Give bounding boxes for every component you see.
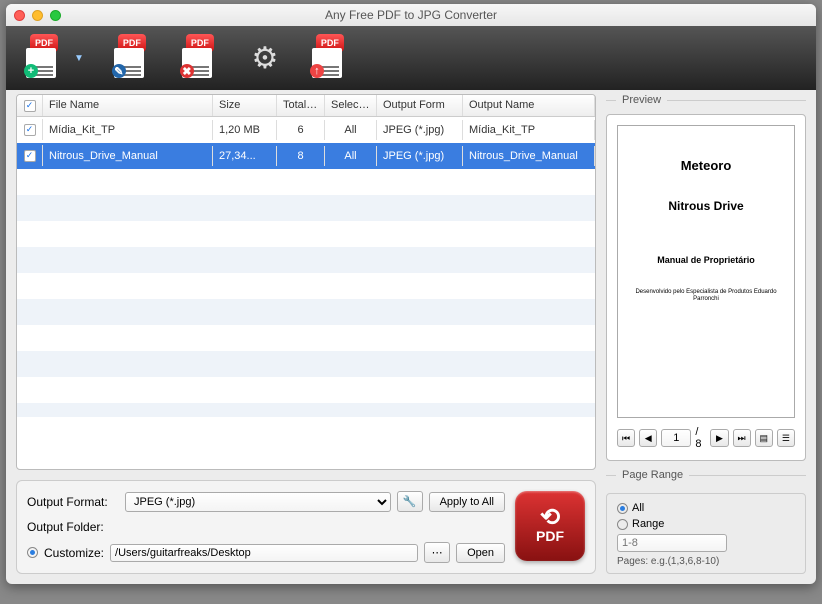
table-body: Mídia_Kit_TP1,20 MB6AllJPEG (*.jpg)Mídia… — [17, 117, 595, 417]
range-custom-label: Range — [632, 518, 664, 530]
first-page-button[interactable]: ⏮ — [617, 429, 635, 447]
output-panel: Output Format: JPEG (*.jpg) 🔧 Apply to A… — [16, 480, 596, 574]
cell-selected: All — [325, 146, 377, 166]
header-checkbox-column[interactable] — [17, 95, 43, 116]
table-row[interactable]: Nitrous_Drive_Manual27,34...8AllJPEG (*.… — [17, 143, 595, 169]
format-settings-button[interactable]: 🔧 — [397, 491, 423, 512]
convert-button[interactable]: ⟲ PDF — [515, 491, 585, 561]
convert-label: PDF — [536, 528, 564, 544]
table-row[interactable]: Mídia_Kit_TP1,20 MB6AllJPEG (*.jpg)Mídia… — [17, 117, 595, 143]
cell-format: JPEG (*.jpg) — [377, 146, 463, 166]
list-icon: ☰ — [782, 433, 790, 444]
page-range-panel: All Range Pages: e.g.(1,3,6,8-10) — [606, 493, 806, 574]
row-checkbox[interactable] — [24, 124, 36, 136]
output-folder-input[interactable] — [110, 544, 418, 562]
range-custom-radio[interactable] — [617, 519, 628, 530]
page-number-input[interactable] — [661, 429, 691, 447]
page-range-title: Page Range — [616, 469, 689, 481]
cell-outputname: Nitrous_Drive_Manual — [463, 146, 595, 166]
page-icon: ▤ — [760, 433, 769, 444]
window-title: Any Free PDF to JPG Converter — [6, 8, 816, 22]
output-format-select[interactable]: JPEG (*.jpg) — [125, 492, 391, 512]
header-checkbox[interactable] — [24, 100, 36, 112]
export-pdf-button[interactable]: PDF ↑ — [310, 38, 350, 78]
header-size[interactable]: Size — [213, 95, 277, 116]
file-table: File Name Size Total Pa Selected Output … — [16, 94, 596, 470]
add-dropdown-icon[interactable]: ▼ — [74, 53, 84, 64]
cell-filename: Mídia_Kit_TP — [43, 120, 213, 140]
titlebar: Any Free PDF to JPG Converter — [6, 4, 816, 26]
cell-total: 8 — [277, 146, 325, 166]
last-page-button[interactable]: ⏭ — [733, 429, 751, 447]
plus-icon: + — [24, 64, 38, 78]
preview-line2: Nitrous Drive — [668, 199, 743, 213]
preview-line4: Desenvolvido pelo Especialista de Produt… — [628, 289, 784, 303]
preview-line3: Manual de Proprietário — [657, 255, 755, 265]
convert-arrows-icon: ⟲ — [540, 508, 560, 528]
preview-page: Meteoro Nitrous Drive Manual de Propriet… — [617, 125, 795, 418]
output-format-label: Output Format: — [27, 495, 119, 509]
customize-label: Customize: — [44, 546, 104, 560]
delete-icon: ✖ — [180, 64, 194, 78]
preview-title: Preview — [616, 94, 667, 106]
page-total-label: / 8 — [695, 426, 706, 450]
cell-size: 27,34... — [213, 146, 277, 166]
cell-size: 1,20 MB — [213, 120, 277, 140]
output-folder-label: Output Folder: — [27, 520, 119, 534]
cell-total: 6 — [277, 120, 325, 140]
pager: ⏮ ◀ / 8 ▶ ⏭ ▤ ☰ — [617, 426, 795, 450]
close-window-button[interactable] — [14, 10, 25, 21]
prev-page-button[interactable]: ◀ — [639, 429, 657, 447]
zoom-window-button[interactable] — [50, 10, 61, 21]
cell-outputname: Mídia_Kit_TP — [463, 120, 595, 140]
header-outputname[interactable]: Output Name — [463, 95, 595, 116]
range-input[interactable] — [617, 534, 727, 552]
wrench-icon: 🔧 — [403, 496, 417, 508]
preview-panel: Meteoro Nitrous Drive Manual de Propriet… — [606, 114, 806, 461]
header-selected[interactable]: Selected — [325, 95, 377, 116]
pencil-icon: ✎ — [112, 64, 126, 78]
upload-icon: ↑ — [310, 64, 324, 78]
range-all-label: All — [632, 502, 644, 514]
edit-pdf-button[interactable]: PDF ✎ — [112, 38, 152, 78]
cell-format: JPEG (*.jpg) — [377, 120, 463, 140]
apply-to-all-button[interactable]: Apply to All — [429, 492, 505, 512]
add-pdf-button[interactable]: PDF + — [24, 38, 64, 78]
gear-icon: ⚙ — [251, 41, 278, 76]
header-total[interactable]: Total Pa — [277, 95, 325, 116]
preview-line1: Meteoro — [681, 158, 732, 173]
next-page-button[interactable]: ▶ — [710, 429, 728, 447]
settings-button[interactable]: ⚙ — [248, 41, 282, 75]
minimize-window-button[interactable] — [32, 10, 43, 21]
range-hint: Pages: e.g.(1,3,6,8-10) — [617, 556, 795, 567]
row-checkbox[interactable] — [24, 150, 36, 162]
cell-selected: All — [325, 120, 377, 140]
header-filename[interactable]: File Name — [43, 95, 213, 116]
page-list-button[interactable]: ☰ — [777, 429, 795, 447]
table-header: File Name Size Total Pa Selected Output … — [17, 95, 595, 117]
range-all-radio[interactable] — [617, 503, 628, 514]
remove-pdf-button[interactable]: PDF ✖ — [180, 38, 220, 78]
cell-filename: Nitrous_Drive_Manual — [43, 146, 213, 166]
header-format[interactable]: Output Form — [377, 95, 463, 116]
open-folder-button[interactable]: Open — [456, 543, 505, 563]
browse-folder-button[interactable]: ⋯ — [424, 542, 450, 563]
ellipsis-icon: ⋯ — [432, 547, 443, 559]
toolbar: PDF + ▼ PDF ✎ PDF ✖ ⚙ PDF ↑ — [6, 26, 816, 90]
customize-radio[interactable] — [27, 547, 38, 558]
page-view-button[interactable]: ▤ — [755, 429, 773, 447]
